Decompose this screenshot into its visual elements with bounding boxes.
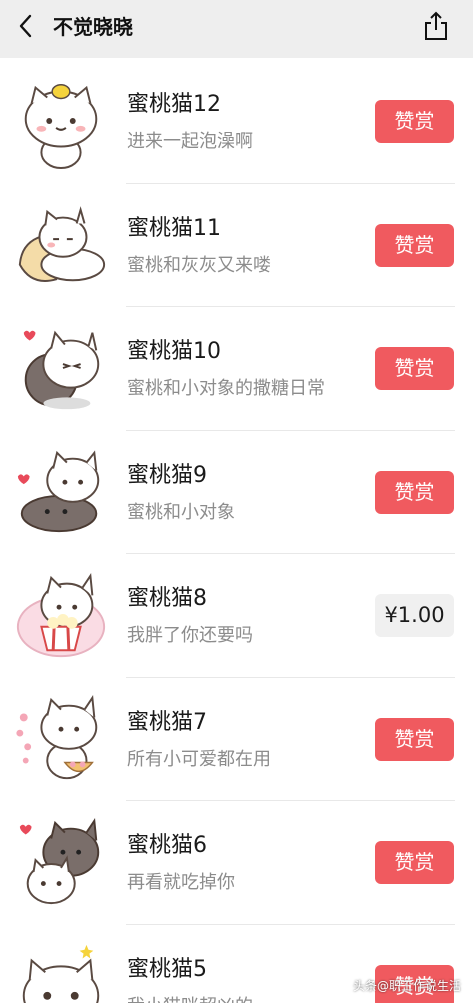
peach-cat-sticker-icon xyxy=(16,572,106,658)
share-icon[interactable] xyxy=(422,10,450,42)
sticker-name: 蜜桃猫5 xyxy=(127,956,207,982)
price-button[interactable]: ¥1.00 xyxy=(375,594,454,637)
list-item[interactable]: 蜜桃猫8 我胖了你还要吗 ¥1.00 xyxy=(0,554,473,678)
reward-button[interactable]: 赞赏 xyxy=(375,841,454,884)
sticker-list: 蜜桃猫12 进来一起泡澡啊 赞赏 蜜桃猫11 蜜桃和灰灰又来喽 赞赏 蜜桃猫10 xyxy=(0,60,473,1003)
sticker-name: 蜜桃猫6 xyxy=(127,833,207,858)
sticker-name: 蜜桃猫12 xyxy=(127,92,221,117)
reward-button[interactable]: 赞赏 xyxy=(375,347,454,390)
reward-button[interactable]: 赞赏 xyxy=(375,470,454,514)
sticker-name: 蜜桃猫11 xyxy=(127,215,221,241)
page-title: 不觉晓晓 xyxy=(53,15,133,39)
sticker-description: 进来一起泡澡啊 xyxy=(127,131,253,152)
back-icon[interactable] xyxy=(14,12,38,40)
reward-button[interactable]: 赞赏 xyxy=(375,717,454,761)
watermark: 头条@职工作说生活 xyxy=(353,979,462,993)
peach-cat-sticker-icon xyxy=(23,330,100,410)
sticker-description: 我胖了你还要吗 xyxy=(127,625,253,646)
list-item[interactable]: 蜜桃猫12 进来一起泡澡啊 赞赏 xyxy=(0,60,473,184)
sticker-name: 蜜桃猫9 xyxy=(127,462,207,488)
sticker-description: 再看就吃掉你 xyxy=(127,872,235,893)
peach-cat-sticker-icon xyxy=(16,694,98,779)
list-item[interactable]: 蜜桃猫7 所有小可爱都在用 赞赏 xyxy=(0,678,473,802)
sticker-description: 我小猫咪超凶的 xyxy=(127,995,253,1003)
peach-cat-sticker-icon xyxy=(19,818,100,905)
reward-button[interactable]: 赞赏 xyxy=(375,223,454,267)
sticker-description: 蜜桃和灰灰又来喽 xyxy=(127,254,271,276)
peach-cat-sticker-icon xyxy=(18,205,106,282)
list-item[interactable]: 蜜桃猫11 蜜桃和灰灰又来喽 赞赏 xyxy=(0,184,473,308)
sticker-description: 蜜桃和小对象 xyxy=(127,501,235,523)
sticker-name: 蜜桃猫8 xyxy=(127,586,207,611)
list-item[interactable]: 蜜桃猫6 再看就吃掉你 赞赏 xyxy=(0,801,473,925)
list-item[interactable]: 蜜桃猫9 蜜桃和小对象 赞赏 xyxy=(0,431,473,555)
sticker-name: 蜜桃猫10 xyxy=(127,339,221,364)
sticker-description: 所有小可爱都在用 xyxy=(127,748,271,770)
top-bar: 不觉晓晓 xyxy=(0,0,473,58)
peach-cat-sticker-icon xyxy=(22,944,100,1003)
peach-cat-sticker-icon xyxy=(17,449,100,532)
reward-button[interactable]: 赞赏 xyxy=(375,100,454,143)
list-item[interactable]: 蜜桃猫10 蜜桃和小对象的撒糖日常 赞赏 xyxy=(0,307,473,431)
peach-cat-sticker-icon xyxy=(24,84,98,170)
sticker-description: 蜜桃和小对象的撒糖日常 xyxy=(127,378,325,399)
sticker-name: 蜜桃猫7 xyxy=(127,709,207,735)
